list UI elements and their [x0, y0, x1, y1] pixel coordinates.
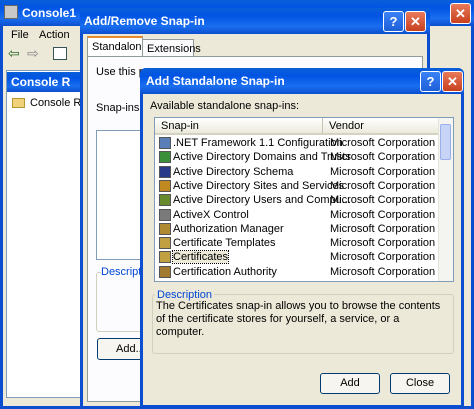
- snapin-rows: .NET Framework 1.1 Configuration Microsof…: [155, 137, 441, 281]
- addremove-close-button[interactable]: ✕: [405, 11, 426, 32]
- snapin-list[interactable]: Snap-in Vendor .NET Framework 1.1 Config…: [154, 117, 454, 282]
- column-header-vendor[interactable]: Vendor: [323, 118, 441, 135]
- ad-domains-icon: [159, 151, 171, 164]
- scrollbar-thumb[interactable]: [440, 124, 451, 160]
- standalone-close-button[interactable]: ✕: [442, 71, 463, 92]
- available-label: Available standalone snap-ins:: [150, 100, 300, 112]
- tab-standalone-label: Standalone: [92, 41, 148, 53]
- console-title: Console1: [22, 6, 77, 20]
- standalone-title: Add Standalone Snap-in: [146, 74, 285, 88]
- snapin-name: ActiveX Control: [173, 208, 249, 221]
- snapin-row[interactable]: Certificate Templates Microsoft Corporati…: [155, 237, 445, 251]
- addremove-description-group: [96, 272, 146, 332]
- snapin-name: Certificates: [171, 250, 230, 265]
- snapin-name: Authorization Manager: [173, 222, 284, 235]
- snapin-name: Certificate Templates: [173, 237, 276, 250]
- tree-root-label: Console Ro: [30, 97, 86, 109]
- tree-root-item[interactable]: Console Ro: [12, 97, 86, 111]
- forward-arrow-icon[interactable]: ⇨: [27, 45, 39, 62]
- snapin-row[interactable]: .NET Framework 1.1 Configuration Microsof…: [155, 137, 445, 151]
- description-text: The Certificates snap-in allows you to b…: [156, 300, 441, 338]
- list-scrollbar[interactable]: [438, 118, 453, 281]
- column-snapin-label: Snap-in: [161, 120, 199, 132]
- snapin-name: .NET Framework 1.1 Configuration: [173, 137, 343, 149]
- menu-file[interactable]: File: [11, 29, 29, 41]
- snapin-vendor: Microsoft Corporation: [330, 222, 436, 235]
- tab-standalone[interactable]: Standalone: [87, 36, 148, 57]
- snapin-vendor: Microsoft Corporation: [330, 194, 436, 207]
- snapin-row[interactable]: Certificates Microsoft Corporation: [155, 250, 445, 265]
- console-app-icon: [4, 5, 18, 19]
- show-hide-tree-icon[interactable]: [53, 47, 67, 60]
- snapin-name: Active Directory Schema: [173, 165, 294, 178]
- snapin-name: Active Directory Users and Compu...: [173, 194, 351, 207]
- addremove-help-button[interactable]: ?: [383, 11, 404, 32]
- net-config-icon: [159, 137, 171, 149]
- ad-users-icon: [159, 194, 171, 207]
- add-button-label: Add: [340, 377, 360, 389]
- snapin-name: Certification Authority: [173, 265, 277, 278]
- auth-manager-icon: [159, 222, 171, 235]
- snapin-vendor: Microsoft Corporation: [330, 237, 436, 250]
- snapin-name: Active Directory Sites and Services: [173, 179, 345, 192]
- snapin-row[interactable]: Active Directory Users and Compu... Micro…: [155, 194, 445, 208]
- console-tree-title: Console R: [11, 75, 71, 89]
- addremove-titlebar[interactable]: Add/Remove Snap-in ? ✕: [80, 8, 430, 34]
- snapin-vendor: Microsoft Corporation: [330, 151, 436, 164]
- cert-authority-icon: [159, 265, 171, 278]
- certificates-icon: [159, 251, 171, 264]
- snapin-row[interactable]: Active Directory Sites and Services Micro…: [155, 179, 445, 194]
- back-arrow-icon[interactable]: ⇦: [8, 45, 20, 62]
- add-button[interactable]: Add: [320, 373, 380, 394]
- activex-icon: [159, 208, 171, 221]
- snapin-row[interactable]: Active Directory Domains and Trusts Micro…: [155, 151, 445, 165]
- column-header-snapin[interactable]: Snap-in: [155, 118, 323, 135]
- tab-extensions-label: Extensions: [147, 43, 201, 55]
- standalone-titlebar[interactable]: Add Standalone Snap-in ? ✕: [140, 68, 464, 94]
- snapin-vendor: Microsoft Corporation: [330, 251, 436, 264]
- snapin-row[interactable]: Certification Authority Microsoft Corpora…: [155, 265, 445, 280]
- standalone-help-button[interactable]: ?: [420, 71, 441, 92]
- snapins-list[interactable]: [96, 130, 146, 260]
- snapin-vendor: Microsoft Corporation: [330, 265, 436, 278]
- snapin-vendor: Microsoft Corporation: [330, 137, 436, 149]
- menu-action[interactable]: Action: [39, 29, 70, 41]
- close-button-label: Close: [405, 377, 435, 389]
- column-vendor-label: Vendor: [329, 120, 364, 132]
- snapin-name: Active Directory Domains and Trusts: [173, 151, 351, 164]
- console-inner-frame: [6, 70, 86, 398]
- ad-schema-icon: [159, 165, 171, 178]
- ad-sites-icon: [159, 179, 171, 192]
- folder-icon: [12, 98, 25, 108]
- snapin-row[interactable]: Active Directory Schema Microsoft Corpora…: [155, 165, 445, 180]
- tab-extensions[interactable]: Extensions: [142, 39, 201, 56]
- console-close-button[interactable]: ✕: [450, 3, 471, 24]
- close-button[interactable]: Close: [390, 373, 450, 394]
- cert-templates-icon: [159, 237, 171, 250]
- console-tree-titlebar: Console R: [7, 72, 85, 92]
- snapin-vendor: Microsoft Corporation: [330, 208, 436, 221]
- snapin-row[interactable]: Authorization Manager Microsoft Corporati…: [155, 222, 445, 237]
- snapin-vendor: Microsoft Corporation: [330, 165, 436, 178]
- snapin-vendor: Microsoft Corporation: [330, 179, 436, 192]
- addremove-title: Add/Remove Snap-in: [84, 14, 205, 28]
- snapin-row[interactable]: ActiveX Control Microsoft Corporation: [155, 208, 445, 223]
